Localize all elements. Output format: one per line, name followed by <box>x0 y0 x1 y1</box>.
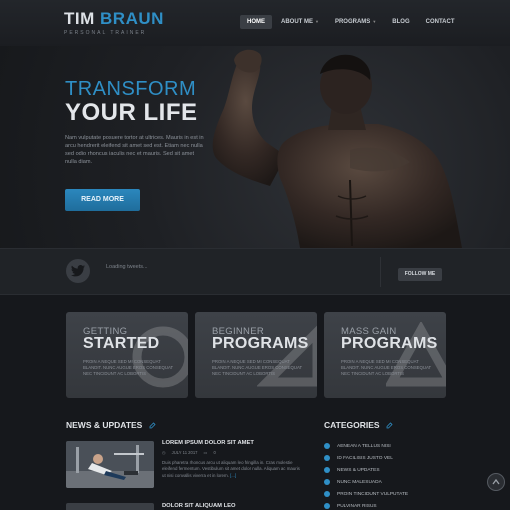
category-label: ID FACILISIS JUSTO VEL <box>337 455 393 461</box>
box-mass-gain-programs[interactable]: MASS GAIN PROGRAMS PROIN A NEQUE SED MI … <box>324 312 446 398</box>
site-header: TIM BRAUN PERSONAL TRAINER HOME ABOUT ME… <box>0 0 510 46</box>
hero-description: Nam vulputate posuere tortor at ultrices… <box>65 135 204 165</box>
nav-about-me-label: ABOUT ME <box>281 19 313 25</box>
bullet-icon <box>324 467 330 473</box>
main-nav: HOME ABOUT ME ▼ PROGRAMS ▼ BLOG CONTACT <box>240 15 462 29</box>
nav-about-me[interactable]: ABOUT ME ▼ <box>274 15 326 29</box>
nav-blog-label: BLOG <box>392 19 410 25</box>
news-headline[interactable]: DOLOR SIT ALIQUAM LEO <box>162 503 236 509</box>
twitter-bird-icon <box>71 265 85 277</box>
logo-name: TIM BRAUN <box>64 10 164 28</box>
box-beginner-programs[interactable]: BEGINNER PROGRAMS PROIN A NEQUE SED MI C… <box>195 312 317 398</box>
categories-section-title: CATEGORIES <box>324 420 393 430</box>
category-label: NEWS & UPDATES <box>337 467 380 473</box>
box-description: PROIN A NEQUE SED MI CONSEQUAT BLANDIT. … <box>83 359 174 376</box>
logo-first-name: TIM <box>64 9 95 28</box>
calendar-icon: ◷ <box>162 450 166 455</box>
ring-icon <box>132 326 188 388</box>
news-thumbnail[interactable] <box>66 503 154 510</box>
news-title-text: NEWS & UPDATES <box>66 420 143 430</box>
chevron-down-icon: ▼ <box>315 19 319 24</box>
bullet-icon <box>324 479 330 485</box>
category-item[interactable]: NUNC MALESUADA <box>324 476 408 488</box>
edit-icon <box>386 422 393 429</box>
nav-home[interactable]: HOME <box>240 15 272 29</box>
nav-blog[interactable]: BLOG <box>385 15 416 29</box>
box-getting-started[interactable]: GETTING STARTED PROIN A NEQUE SED MI CON… <box>66 312 188 398</box>
bullet-icon <box>324 503 330 509</box>
category-item[interactable]: PULVINAR RISUS <box>324 500 408 510</box>
category-label: NUNC MALESUADA <box>337 479 382 485</box>
nav-home-label: HOME <box>247 19 265 25</box>
news-excerpt: Duis pharetra rhoncus arcu ut aliquam le… <box>162 460 302 479</box>
news-section-title: NEWS & UPDATES <box>66 420 156 430</box>
gym-photo <box>66 441 154 488</box>
arrow-icon <box>257 325 317 387</box>
read-more-link[interactable]: [...] <box>230 473 236 478</box>
box-title-large: PROGRAMS <box>341 335 438 352</box>
nav-contact[interactable]: CONTACT <box>419 15 462 29</box>
news-meta: ◷ JULY 11 2017 ▭ 0 <box>162 450 216 455</box>
category-label: AENEAN A TELLUS NISI <box>337 443 391 449</box>
hero-banner: TRANSFORM YOUR LIFE Nam vulputate posuer… <box>0 46 510 248</box>
category-item[interactable]: PROIN TINCIDUNT VULPUTATE <box>324 488 408 500</box>
twitter-loading-text: Loading tweets... <box>106 264 148 270</box>
divider <box>380 257 381 287</box>
box-title-large: STARTED <box>83 335 160 352</box>
scroll-to-top-button[interactable] <box>487 473 505 491</box>
logo-last-name: BRAUN <box>100 9 164 28</box>
box-description: PROIN A NEQUE SED MI CONSEQUAT BLANDIT. … <box>341 359 432 376</box>
category-label: PROIN TINCIDUNT VULPUTATE <box>337 491 409 497</box>
hero-title-line2: YOUR LIFE <box>65 99 198 126</box>
bullet-icon <box>324 491 330 497</box>
news-comment-count[interactable]: 0 <box>213 450 215 455</box>
categories-title-text: CATEGORIES <box>324 420 380 430</box>
box-description: PROIN A NEQUE SED MI CONSEQUAT BLANDIT. … <box>212 359 303 376</box>
category-item[interactable]: ID FACILISIS JUSTO VEL <box>324 452 408 464</box>
bullet-icon <box>324 443 330 449</box>
twitter-icon[interactable] <box>66 259 90 283</box>
logo-tagline: PERSONAL TRAINER <box>64 30 147 36</box>
follow-me-button[interactable]: FOLLOW ME <box>398 268 442 281</box>
nav-contact-label: CONTACT <box>425 19 455 25</box>
twitter-feed-bar: Loading tweets... FOLLOW ME <box>0 248 510 295</box>
category-item[interactable]: NEWS & UPDATES <box>324 464 408 476</box>
chevron-down-icon: ▼ <box>372 19 377 24</box>
category-item[interactable]: AENEAN A TELLUS NISI <box>324 440 408 452</box>
site-logo[interactable]: TIM BRAUN PERSONAL TRAINER <box>64 10 164 37</box>
nav-programs[interactable]: PROGRAMS ▼ <box>328 15 383 29</box>
box-title-large: PROGRAMS <box>212 335 309 352</box>
category-label: PULVINAR RISUS <box>337 503 377 509</box>
read-more-button[interactable]: READ MORE <box>65 189 140 211</box>
news-date: JULY 11 2017 <box>171 450 198 455</box>
bullet-icon <box>324 455 330 461</box>
edit-icon <box>149 422 156 429</box>
categories-list: AENEAN A TELLUS NISI ID FACILISIS JUSTO … <box>324 440 408 510</box>
chevron-up-icon <box>492 478 500 485</box>
news-thumbnail[interactable] <box>66 441 154 488</box>
nav-programs-label: PROGRAMS <box>334 19 371 25</box>
comment-icon: ▭ <box>203 450 208 455</box>
athlete-image <box>212 49 462 248</box>
news-headline[interactable]: LOREM IPSUM DOLOR SIT AMET <box>162 440 254 446</box>
hero-title-line1: TRANSFORM <box>65 78 197 100</box>
